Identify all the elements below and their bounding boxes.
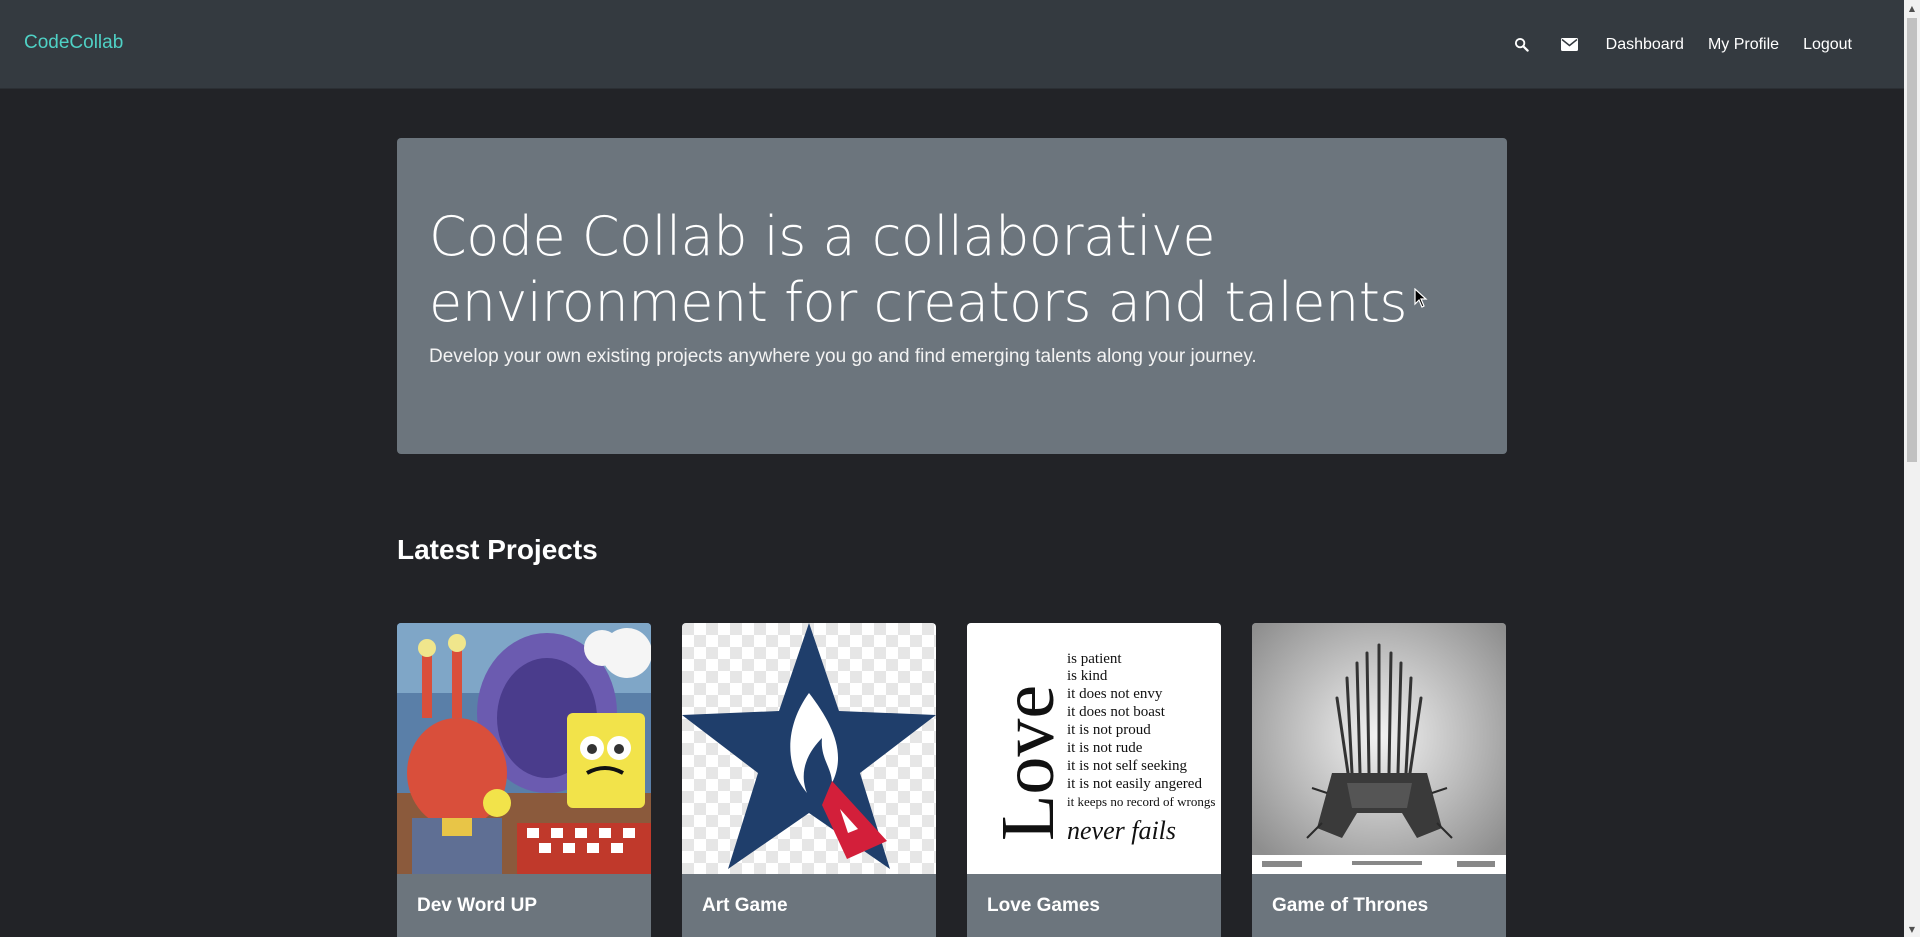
project-cards: Dev Word UP Art Game Love is patient is … — [397, 623, 1507, 937]
nav-logout-link[interactable]: Logout — [1791, 36, 1864, 54]
poem-line: it does not boast — [1067, 704, 1166, 720]
project-title: Game of Thrones — [1272, 895, 1429, 916]
hero-title: Code Collab is a collaborative environme… — [429, 205, 1408, 334]
project-title: Art Game — [702, 895, 788, 916]
poem-line: is patient — [1067, 651, 1122, 667]
project-card[interactable]: Dev Word UP — [397, 623, 651, 937]
envelope-icon[interactable] — [1546, 25, 1594, 65]
cartoon-chefs-image — [397, 623, 651, 874]
love-poem-image: Love is patient is kind it does not envy… — [967, 623, 1221, 874]
poem-line: it is not self seeking — [1067, 758, 1187, 774]
nav-right: Dashboard My Profile Logout — [1498, 0, 1864, 89]
mouse-cursor-icon — [1414, 287, 1428, 312]
scrollbar-thumb[interactable] — [1907, 18, 1917, 462]
iron-throne-image — [1252, 623, 1506, 874]
search-icon[interactable] — [1498, 25, 1546, 65]
project-card[interactable]: Game of Thrones — [1252, 623, 1506, 937]
vertical-scrollbar[interactable]: ▲ ▼ — [1904, 0, 1920, 937]
star-logo-image — [682, 623, 936, 874]
poem-line: it is not rude — [1067, 740, 1143, 756]
poem-love-word: Love — [986, 685, 1070, 841]
nav-dashboard-link[interactable]: Dashboard — [1594, 36, 1696, 54]
poem-line: it is not easily angered — [1067, 776, 1202, 792]
scroll-up-arrow-icon[interactable]: ▲ — [1904, 0, 1920, 16]
poem-line: it keeps no record of wrongs — [1067, 794, 1215, 809]
scroll-down-arrow-icon[interactable]: ▼ — [1904, 921, 1920, 937]
hero-subtitle: Develop your own existing projects anywh… — [429, 346, 1257, 367]
project-title: Love Games — [987, 895, 1100, 916]
project-title: Dev Word UP — [417, 895, 538, 916]
latest-projects-heading: Latest Projects — [397, 534, 598, 565]
hero-jumbotron: Code Collab is a collaborative environme… — [397, 138, 1507, 454]
brand-link[interactable]: CodeCollab — [24, 32, 123, 54]
project-card[interactable]: Love is patient is kind it does not envy… — [967, 623, 1221, 937]
navbar: CodeCollab Dashboard My Profile Logout — [0, 0, 1904, 89]
poem-line: it does not envy — [1067, 686, 1163, 702]
poem-never-fails: never fails — [1067, 816, 1176, 845]
poem-line: is kind — [1067, 668, 1108, 684]
nav-my-profile-link[interactable]: My Profile — [1696, 36, 1791, 54]
project-card[interactable]: Art Game — [682, 623, 936, 937]
poem-line: it is not proud — [1067, 722, 1151, 738]
